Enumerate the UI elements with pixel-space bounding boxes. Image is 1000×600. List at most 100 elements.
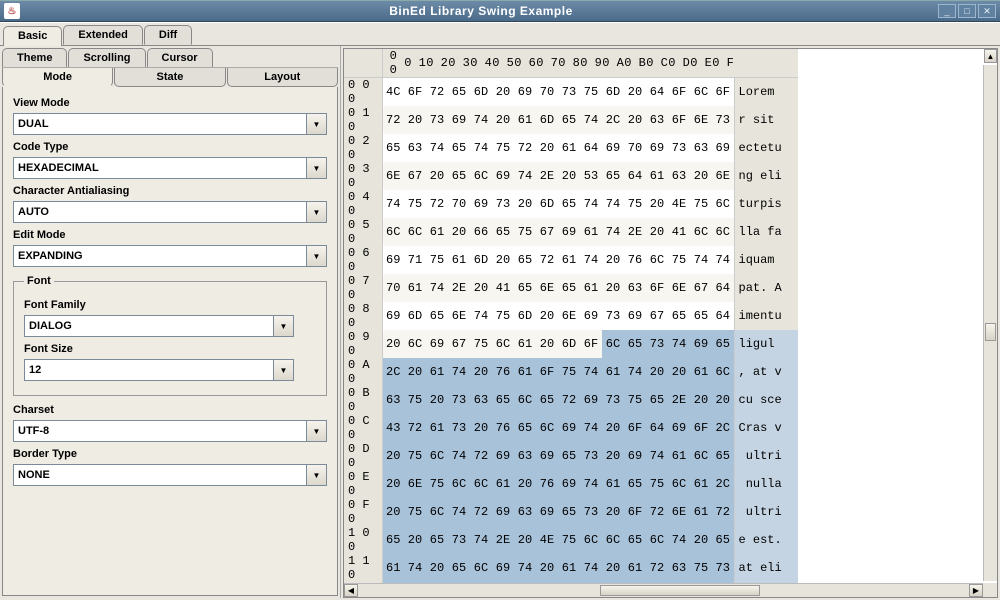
hex-cell[interactable]: 65 — [492, 218, 514, 246]
hex-cell[interactable]: 61 — [514, 358, 536, 386]
hex-cell[interactable]: 69 — [426, 330, 448, 358]
tab-extended[interactable]: Extended — [63, 25, 143, 45]
hex-cell[interactable]: 61 — [426, 414, 448, 442]
hex-cell[interactable]: 6C — [492, 330, 514, 358]
hex-cell[interactable]: 63 — [514, 442, 536, 470]
hex-cell[interactable]: 20 — [602, 274, 624, 302]
hex-cell[interactable]: 20 — [382, 470, 404, 498]
hex-cell[interactable]: 69 — [382, 246, 404, 274]
hex-cell[interactable]: 6C — [404, 218, 426, 246]
hex-cell[interactable]: 65 — [624, 526, 646, 554]
hex-cell[interactable]: 72 — [470, 498, 492, 526]
hex-cell[interactable]: 72 — [404, 414, 426, 442]
hex-cell[interactable]: 65 — [558, 190, 580, 218]
hex-cell[interactable]: 69 — [382, 302, 404, 330]
hex-cell[interactable]: 4C — [382, 78, 404, 107]
subtab-cursor[interactable]: Cursor — [147, 48, 213, 67]
hex-cell[interactable]: 65 — [690, 302, 712, 330]
hex-cell[interactable]: 6E — [712, 162, 734, 190]
hex-cell[interactable]: 65 — [668, 302, 690, 330]
hex-cell[interactable]: 74 — [382, 190, 404, 218]
hex-cell[interactable]: 75 — [668, 246, 690, 274]
hex-cell[interactable]: 65 — [448, 78, 470, 107]
hex-cell[interactable]: 72 — [536, 246, 558, 274]
hex-cell[interactable]: 61 — [690, 498, 712, 526]
hex-cell[interactable]: 63 — [690, 134, 712, 162]
hex-cell[interactable]: 41 — [492, 274, 514, 302]
combo-edit-mode[interactable]: EXPANDING ▼ — [13, 245, 327, 267]
hex-cell[interactable]: 61 — [690, 470, 712, 498]
hex-cell[interactable]: 65 — [712, 442, 734, 470]
hex-cell[interactable]: 65 — [492, 386, 514, 414]
hex-cell[interactable]: 20 — [536, 554, 558, 582]
hex-cell[interactable]: 74 — [602, 218, 624, 246]
hex-cell[interactable]: 6C — [470, 162, 492, 190]
hex-cell[interactable]: 6D — [536, 106, 558, 134]
hex-cell[interactable]: 65 — [382, 526, 404, 554]
hex-cell[interactable]: 73 — [602, 302, 624, 330]
hex-cell[interactable]: 65 — [624, 470, 646, 498]
hex-cell[interactable]: 72 — [712, 498, 734, 526]
hex-cell[interactable]: 20 — [404, 526, 426, 554]
hex-cell[interactable]: 20 — [492, 246, 514, 274]
hex-cell[interactable]: 75 — [404, 386, 426, 414]
hex-cell[interactable]: 75 — [624, 386, 646, 414]
hex-cell[interactable]: 69 — [580, 386, 602, 414]
hex-cell[interactable]: 69 — [558, 218, 580, 246]
hex-cell[interactable]: 72 — [514, 134, 536, 162]
hex-cell[interactable]: 69 — [536, 442, 558, 470]
hex-cell[interactable]: 20 — [712, 386, 734, 414]
hex-cell[interactable]: 76 — [492, 414, 514, 442]
hex-cell[interactable]: 20 — [690, 386, 712, 414]
text-cell[interactable]: ectetu — [734, 134, 798, 162]
hex-cell[interactable]: 43 — [382, 414, 404, 442]
hex-cell[interactable]: 63 — [382, 386, 404, 414]
hex-cell[interactable]: 6E — [668, 498, 690, 526]
hex-cell[interactable]: 65 — [558, 274, 580, 302]
text-cell[interactable]: lla fa — [734, 218, 798, 246]
hex-cell[interactable]: 6C — [668, 470, 690, 498]
hex-cell[interactable]: 61 — [558, 246, 580, 274]
hex-cell[interactable]: 20 — [690, 526, 712, 554]
hex-cell[interactable]: 65 — [382, 134, 404, 162]
hex-cell[interactable]: 74 — [470, 106, 492, 134]
hex-cell[interactable]: 69 — [624, 442, 646, 470]
combo-font-size[interactable]: 12 ▼ — [24, 359, 294, 381]
hex-cell[interactable]: 20 — [624, 106, 646, 134]
subtab-mode[interactable]: Mode — [2, 68, 113, 87]
hex-cell[interactable]: 2E — [624, 218, 646, 246]
hex-cell[interactable]: 74 — [426, 134, 448, 162]
hex-cell[interactable]: 71 — [404, 246, 426, 274]
hex-cell[interactable]: 53 — [580, 162, 602, 190]
hex-cell[interactable]: 6C — [690, 78, 712, 107]
hex-cell[interactable]: 74 — [514, 554, 536, 582]
hex-cell[interactable]: 75 — [404, 498, 426, 526]
hex-cell[interactable]: 75 — [492, 302, 514, 330]
hex-cell[interactable]: 69 — [580, 302, 602, 330]
text-cell[interactable]: at eli — [734, 554, 798, 582]
hex-cell[interactable]: 6C — [712, 218, 734, 246]
hex-cell[interactable]: 65 — [558, 498, 580, 526]
hex-cell[interactable]: 20 — [602, 414, 624, 442]
hex-cell[interactable]: 20 — [514, 190, 536, 218]
hex-cell[interactable]: 20 — [646, 218, 668, 246]
hex-cell[interactable]: 73 — [558, 78, 580, 107]
hex-cell[interactable]: 61 — [426, 358, 448, 386]
text-cell[interactable]: ng eli — [734, 162, 798, 190]
hex-cell[interactable]: 64 — [646, 414, 668, 442]
hex-cell[interactable]: 73 — [646, 330, 668, 358]
hex-cell[interactable]: 20 — [492, 78, 514, 107]
hex-cell[interactable]: 76 — [536, 470, 558, 498]
hex-cell[interactable]: 63 — [514, 498, 536, 526]
text-cell[interactable]: ultri — [734, 498, 798, 526]
hex-cell[interactable]: 73 — [448, 526, 470, 554]
hex-cell[interactable]: 73 — [448, 386, 470, 414]
hex-cell[interactable]: 6C — [448, 470, 470, 498]
scroll-up-icon[interactable]: ▲ — [984, 49, 997, 63]
hex-cell[interactable]: 6D — [404, 302, 426, 330]
hex-cell[interactable]: 74 — [580, 246, 602, 274]
hex-cell[interactable]: 73 — [712, 106, 734, 134]
hex-cell[interactable]: 6E — [558, 302, 580, 330]
hex-cell[interactable]: 75 — [514, 218, 536, 246]
hex-cell[interactable]: 20 — [470, 274, 492, 302]
